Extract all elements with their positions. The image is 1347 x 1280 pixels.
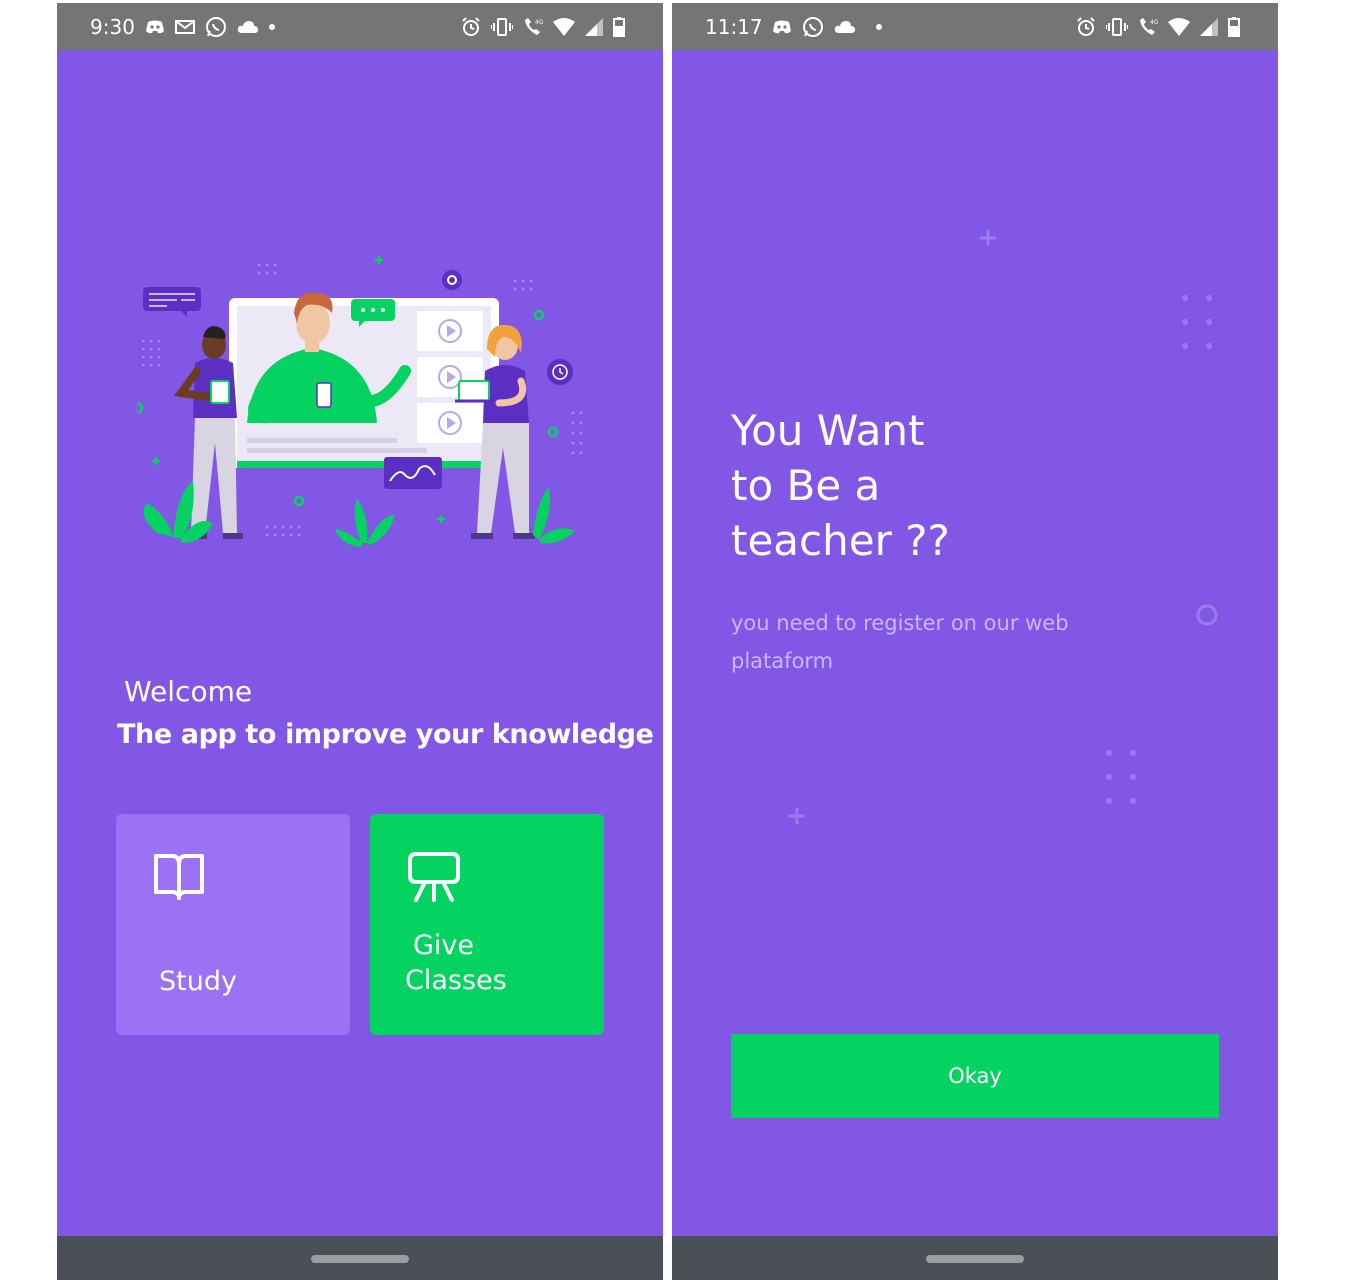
cloud-icon xyxy=(237,20,259,34)
question-title-line3: teacher ?? xyxy=(731,516,950,565)
circle-decoration xyxy=(1196,604,1218,626)
signal-icon xyxy=(585,18,603,36)
presentation-icon xyxy=(406,850,462,909)
plus-decoration xyxy=(789,808,805,824)
classroom-illustration xyxy=(137,256,583,547)
wifi-icon xyxy=(553,18,575,36)
home-gesture-handle[interactable] xyxy=(926,1255,1024,1263)
battery-icon xyxy=(613,17,625,37)
svg-text:4G: 4G xyxy=(535,19,543,26)
status-system-icons: 4G xyxy=(461,15,625,39)
okay-button[interactable]: Okay xyxy=(731,1034,1219,1118)
question-title-line2: to Be a xyxy=(731,461,881,510)
alarm-icon xyxy=(461,17,481,37)
home-gesture-handle[interactable] xyxy=(311,1255,409,1263)
give-classes-label-line1: Give xyxy=(413,930,475,961)
status-notification-icons xyxy=(145,15,275,39)
dot-icon xyxy=(876,24,882,30)
whatsapp-icon xyxy=(205,16,227,38)
cloud-icon xyxy=(834,20,856,34)
wifi-icon xyxy=(1168,18,1190,36)
study-label: Study xyxy=(159,966,237,997)
welcome-heading: Welcome xyxy=(124,675,253,708)
welcome-screen: 9:30 4G Welcome The app to improve your … xyxy=(57,3,663,1280)
plus-decoration xyxy=(980,230,996,246)
give-classes-label-line2: Classes xyxy=(405,965,507,996)
alarm-icon xyxy=(1076,17,1096,37)
wifi-call-icon: 4G xyxy=(1138,17,1158,37)
question-title-line1: You Want xyxy=(731,406,925,455)
status-system-icons: 4G xyxy=(1076,15,1240,39)
question-title: You Want to Be a teacher ?? xyxy=(731,403,1131,568)
status-time: 9:30 xyxy=(90,15,135,39)
discord-icon xyxy=(772,19,792,35)
give-classes-label: Give Classes xyxy=(405,928,507,998)
vibrate-icon xyxy=(491,17,513,37)
register-message: you need to register on our web platafor… xyxy=(731,611,1069,673)
tagline: The app to improve your knowledge xyxy=(117,719,654,750)
dots-decoration xyxy=(1106,750,1136,804)
whatsapp-icon xyxy=(802,16,824,38)
navigation-bar xyxy=(672,1236,1278,1280)
signal-icon xyxy=(1200,18,1218,36)
svg-text:4G: 4G xyxy=(1150,19,1158,26)
study-button[interactable]: Study xyxy=(116,814,350,1035)
navigation-bar xyxy=(57,1236,663,1280)
status-time: 11:17 xyxy=(705,15,763,39)
battery-icon xyxy=(1228,17,1240,37)
status-notification-icons xyxy=(772,15,882,39)
dot-icon xyxy=(269,24,275,30)
book-icon xyxy=(152,850,206,907)
vibrate-icon xyxy=(1106,17,1128,37)
dots-decoration xyxy=(1182,295,1212,349)
discord-icon xyxy=(145,19,165,35)
status-bar: 11:17 4G xyxy=(672,3,1278,50)
status-bar: 9:30 4G xyxy=(57,3,663,50)
give-classes-button[interactable]: Give Classes xyxy=(370,814,604,1035)
wifi-call-icon: 4G xyxy=(523,17,543,37)
teacher-screen: 11:17 4G You Want to Be a teacher ?? you… xyxy=(672,3,1278,1280)
mail-icon xyxy=(175,19,195,35)
